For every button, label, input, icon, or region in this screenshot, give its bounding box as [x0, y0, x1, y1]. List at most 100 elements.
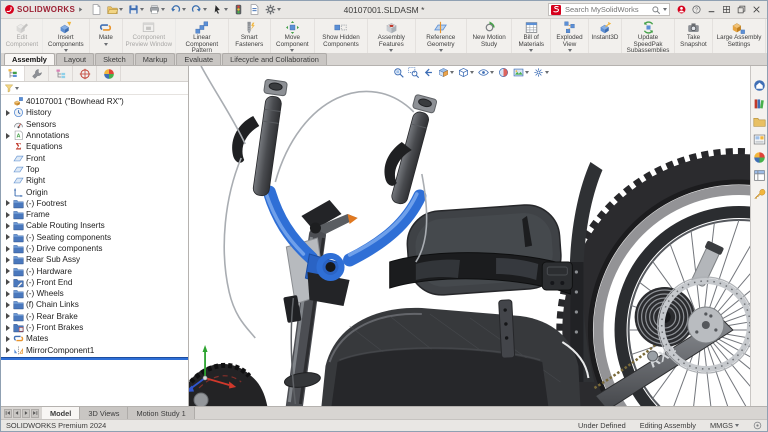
model-seat-shell[interactable]: [321, 308, 580, 406]
expand-arrow-icon[interactable]: [4, 234, 11, 240]
tree-item[interactable]: Cable Routing Inserts: [1, 220, 188, 231]
app-menu[interactable]: SOLIDWORKS: [4, 4, 87, 15]
tree-item[interactable]: (-) Seating components: [1, 232, 188, 243]
panel-tab[interactable]: [1, 66, 25, 81]
tree-item[interactable]: Frame: [1, 209, 188, 220]
filter-icon[interactable]: [4, 83, 14, 93]
search-icon[interactable]: [651, 5, 661, 15]
expand-arrow-icon[interactable]: [4, 302, 11, 308]
commandmanager-tab[interactable]: Markup: [135, 53, 176, 65]
tree-item[interactable]: (-) Wheels: [1, 288, 188, 299]
ribbon-button[interactable]: Edit Component: [2, 19, 43, 53]
tree-item[interactable]: (-) Front Brakes: [1, 322, 188, 333]
task-pane-tab[interactable]: [752, 150, 766, 164]
quick-access-button[interactable]: [89, 3, 104, 17]
menu-arrow-icon[interactable]: [77, 6, 84, 13]
expand-arrow-icon[interactable]: [4, 212, 11, 218]
task-pane-tab[interactable]: [752, 132, 766, 146]
tree-item[interactable]: (-) Footrest: [1, 198, 188, 209]
titlebar-button[interactable]: ?: [689, 3, 704, 17]
document-tab[interactable]: Model: [42, 407, 80, 419]
document-tab[interactable]: 3D Views: [80, 407, 128, 419]
expand-arrow-icon[interactable]: [4, 268, 11, 274]
task-pane-tab[interactable]: [752, 114, 766, 128]
quick-access-button[interactable]: [168, 3, 188, 17]
tree-item[interactable]: MirrorComponent1: [1, 345, 188, 356]
titlebar-button[interactable]: [749, 3, 764, 17]
expand-arrow-icon[interactable]: [4, 347, 11, 353]
expand-arrow-icon[interactable]: [4, 110, 11, 116]
panel-tab[interactable]: [49, 66, 73, 81]
titlebar-button[interactable]: [719, 3, 734, 17]
model-backrest-post[interactable]: [499, 300, 515, 359]
ribbon-button[interactable]: Move Component: [271, 19, 315, 53]
ribbon-button[interactable]: Take Snapshot: [675, 19, 713, 53]
tree-item[interactable]: Front: [1, 152, 188, 163]
hud-button[interactable]: [438, 67, 454, 78]
quick-access-button[interactable]: [247, 3, 262, 17]
quick-access-button[interactable]: [105, 3, 125, 17]
tab-scroll-button[interactable]: [22, 409, 30, 418]
task-pane-tab[interactable]: [752, 186, 766, 200]
panel-tab[interactable]: [25, 66, 49, 81]
commandmanager-tab[interactable]: Lifecycle and Collaboration: [222, 53, 327, 65]
task-pane-tab[interactable]: [752, 168, 766, 182]
rollback-bar[interactable]: [1, 357, 188, 360]
expand-arrow-icon[interactable]: [4, 200, 11, 206]
search-input[interactable]: [563, 4, 649, 15]
tree-item[interactable]: (f) Chain Links: [1, 299, 188, 310]
tree-item[interactable]: Mates: [1, 333, 188, 344]
task-pane-tab[interactable]: [752, 96, 766, 110]
ribbon-button[interactable]: Instant3D: [589, 19, 622, 53]
ribbon-button[interactable]: Reference Geometry: [416, 19, 467, 53]
search-options-caret[interactable]: [663, 8, 667, 11]
document-tab[interactable]: Motion Study 1: [128, 407, 194, 419]
tree-item[interactable]: 40107001 ("Bowhead RX"): [1, 96, 188, 107]
ribbon-button[interactable]: Large Assembly Settings: [713, 19, 766, 53]
expand-arrow-icon[interactable]: [4, 325, 11, 331]
model-left-brake-lever[interactable]: [232, 116, 259, 163]
expand-arrow-icon[interactable]: [4, 291, 11, 297]
tree-item[interactable]: (-) Front End: [1, 277, 188, 288]
expand-arrow-icon[interactable]: [4, 257, 11, 263]
tab-scroll-button[interactable]: [13, 409, 21, 418]
hud-button[interactable]: [408, 67, 419, 78]
model-canvas[interactable]: RX4: [189, 66, 750, 406]
tab-scroll-button[interactable]: [4, 409, 12, 418]
titlebar-button[interactable]: [704, 3, 719, 17]
ribbon-button[interactable]: Linear Component Pattern: [176, 19, 229, 53]
quick-access-button[interactable]: [189, 3, 209, 17]
panel-tab[interactable]: [73, 66, 97, 81]
commandmanager-tab[interactable]: Layout: [56, 53, 94, 65]
tab-scroll-button[interactable]: [31, 409, 39, 418]
ribbon-button[interactable]: Exploded View: [551, 19, 589, 53]
ribbon-button[interactable]: Smart Fasteners: [229, 19, 271, 53]
expand-arrow-icon[interactable]: [4, 336, 11, 342]
graphics-area[interactable]: RX4: [189, 66, 750, 406]
commandmanager-tab[interactable]: Assembly: [4, 53, 55, 65]
ribbon-button[interactable]: Bill of Materials: [512, 19, 551, 53]
hud-button[interactable]: [393, 67, 404, 78]
ribbon-button[interactable]: New Motion Study: [467, 19, 512, 53]
tree-item[interactable]: Origin: [1, 186, 188, 197]
tree-item[interactable]: Sensors: [1, 119, 188, 130]
commandmanager-tab[interactable]: Evaluate: [176, 53, 221, 65]
tree-item[interactable]: Right: [1, 175, 188, 186]
ribbon-button[interactable]: Mate: [90, 19, 123, 53]
expand-arrow-icon[interactable]: [4, 246, 11, 252]
model-torso-pad[interactable]: [390, 203, 573, 297]
ribbon-button[interactable]: Insert Components: [43, 19, 90, 53]
expand-arrow-icon[interactable]: [4, 133, 11, 139]
ribbon-button[interactable]: Show Hidden Components: [315, 19, 368, 53]
tree-item[interactable]: (-) Drive components: [1, 243, 188, 254]
filter-caret[interactable]: [15, 87, 19, 90]
ribbon-button[interactable]: Component Preview Window: [123, 19, 176, 53]
expand-arrow-icon[interactable]: [4, 313, 11, 319]
tree-item[interactable]: History: [1, 107, 188, 118]
ribbon-button[interactable]: Update SpeedPak Subassemblies: [622, 19, 675, 53]
expand-arrow-icon[interactable]: [4, 223, 11, 229]
hud-button[interactable]: [533, 67, 549, 78]
quick-access-button[interactable]: [231, 3, 246, 17]
quick-access-button[interactable]: [263, 3, 283, 17]
titlebar-button[interactable]: [674, 3, 689, 17]
